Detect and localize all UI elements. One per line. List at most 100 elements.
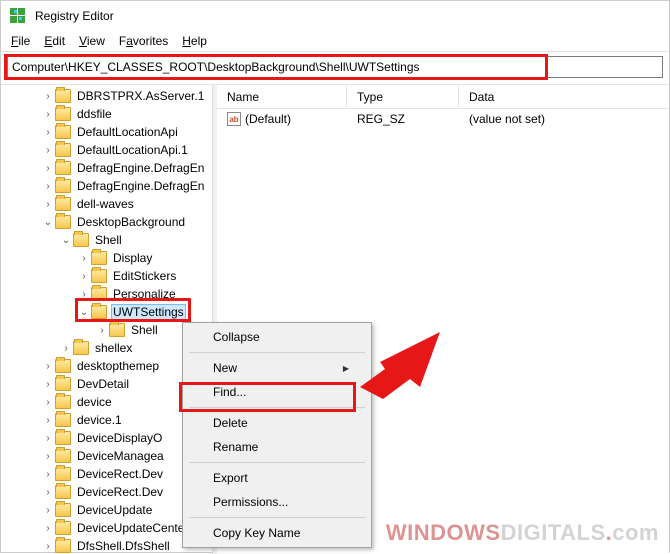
tree-node-label: shellex — [93, 340, 134, 356]
folder-icon — [55, 179, 71, 193]
tree-node[interactable]: ›DevDetail — [1, 375, 212, 393]
ctx-export[interactable]: Export — [185, 466, 369, 490]
tree-node[interactable]: › DeviceRect.Dev — [1, 483, 212, 501]
tree-node[interactable]: ›device.1 — [1, 411, 212, 429]
tree-node[interactable]: ›desktopthemep — [1, 357, 212, 375]
chevron-right-icon[interactable]: › — [41, 181, 55, 192]
chevron-right-icon[interactable]: › — [41, 91, 55, 102]
folder-icon — [55, 539, 71, 553]
tree-node-label: DefaultLocationApi.1 — [75, 142, 190, 158]
tree-node[interactable]: › DefragEngine.DefragEn — [1, 177, 212, 195]
tree-node-label: dell-waves — [75, 196, 136, 212]
chevron-right-icon[interactable]: › — [41, 397, 55, 408]
ctx-copy-key-name[interactable]: Copy Key Name — [185, 521, 369, 545]
chevron-right-icon[interactable]: › — [95, 325, 109, 336]
chevron-down-icon[interactable]: ⌄ — [77, 307, 91, 318]
chevron-right-icon[interactable]: › — [41, 505, 55, 516]
tree-node[interactable]: ›device — [1, 393, 212, 411]
col-type[interactable]: Type — [347, 86, 459, 108]
menu-view[interactable]: View — [73, 32, 111, 50]
menu-edit[interactable]: Edit — [38, 32, 71, 50]
tree-node[interactable]: › shellex — [1, 339, 212, 357]
folder-icon — [55, 89, 71, 103]
tree-node-label: DefragEngine.DefragEn — [75, 178, 206, 194]
chevron-down-icon[interactable]: ⌄ — [59, 235, 73, 246]
ctx-find[interactable]: Find... — [185, 380, 369, 404]
folder-icon — [55, 197, 71, 211]
ctx-delete[interactable]: Delete — [185, 411, 369, 435]
tree-node[interactable]: ›DeviceRect.Dev — [1, 465, 212, 483]
tree-node[interactable]: ⌄UWTSettings — [1, 303, 212, 321]
folder-icon — [55, 485, 71, 499]
ctx-new[interactable]: New — [185, 356, 369, 380]
folder-icon — [55, 413, 71, 427]
chevron-right-icon[interactable]: › — [41, 199, 55, 210]
chevron-right-icon[interactable]: › — [41, 109, 55, 120]
chevron-right-icon[interactable]: › — [41, 361, 55, 372]
tree-node[interactable]: ›ddsfile — [1, 105, 212, 123]
menu-bar: File Edit View Favorites Help — [1, 31, 669, 51]
chevron-right-icon[interactable]: › — [41, 541, 55, 552]
tree-node[interactable]: ›DefragEngine.DefragEn — [1, 159, 212, 177]
tree-node[interactable]: › Shell — [1, 321, 212, 339]
folder-icon — [55, 503, 71, 517]
folder-icon — [91, 287, 107, 301]
tree-node[interactable]: › DeviceUpdate — [1, 501, 212, 519]
tree-node-label: Personalize — [111, 286, 178, 302]
tree-node[interactable]: › EditStickers — [1, 267, 212, 285]
tree-node-label: DeviceUpdateCenter — [75, 520, 190, 536]
chevron-right-icon[interactable]: › — [59, 343, 73, 354]
col-data[interactable]: Data — [459, 86, 669, 108]
address-bar[interactable] — [7, 56, 663, 78]
chevron-right-icon[interactable]: › — [41, 451, 55, 462]
chevron-right-icon[interactable]: › — [41, 127, 55, 138]
value-row[interactable]: ab (Default) REG_SZ (value not set) — [217, 109, 669, 129]
chevron-right-icon[interactable]: › — [77, 271, 91, 282]
chevron-right-icon[interactable]: › — [41, 433, 55, 444]
chevron-right-icon[interactable]: › — [41, 379, 55, 390]
tree-node[interactable]: ›DeviceManagea — [1, 447, 212, 465]
menu-file[interactable]: File — [5, 32, 36, 50]
separator — [189, 517, 365, 518]
tree-node[interactable]: › Display — [1, 249, 212, 267]
tree-node[interactable]: › DeviceUpdateCenter — [1, 519, 212, 537]
tree-node[interactable]: ›DBRSTPRX.AsServer.1 — [1, 87, 212, 105]
chevron-right-icon[interactable]: › — [77, 289, 91, 300]
chevron-right-icon[interactable]: › — [41, 487, 55, 498]
tree-node-label: EditStickers — [111, 268, 178, 284]
folder-icon — [55, 521, 71, 535]
tree-node[interactable]: › DefaultLocationApi.1 — [1, 141, 212, 159]
chevron-right-icon[interactable]: › — [41, 163, 55, 174]
tree-node-label: Shell — [129, 322, 160, 338]
tree-node[interactable]: › Personalize — [1, 285, 212, 303]
tree-node-label: Display — [111, 250, 154, 266]
chevron-right-icon[interactable]: › — [41, 415, 55, 426]
folder-icon — [55, 449, 71, 463]
chevron-right-icon[interactable]: › — [41, 145, 55, 156]
ctx-collapse[interactable]: Collapse — [185, 325, 369, 349]
tree-node-label: DeviceUpdate — [75, 502, 154, 518]
ctx-permissions[interactable]: Permissions... — [185, 490, 369, 514]
menu-help[interactable]: Help — [176, 32, 213, 50]
chevron-down-icon[interactable]: ⌄ — [41, 217, 55, 228]
tree-node[interactable]: ›DfsShell.DfsShell — [1, 537, 212, 554]
tree-node-label: DeviceRect.Dev — [75, 484, 165, 500]
folder-icon — [55, 161, 71, 175]
menu-favorites[interactable]: Favorites — [113, 32, 174, 50]
chevron-right-icon[interactable]: › — [77, 253, 91, 264]
watermark: WINDOWSDIGITALS.com — [386, 520, 659, 546]
folder-icon — [55, 377, 71, 391]
tree-node[interactable]: › dell-waves — [1, 195, 212, 213]
tree-node[interactable]: ⌄Shell — [1, 231, 212, 249]
value-type: REG_SZ — [347, 112, 459, 126]
folder-icon — [73, 233, 89, 247]
ctx-rename[interactable]: Rename — [185, 435, 369, 459]
tree-node[interactable]: ⌄DesktopBackground — [1, 213, 212, 231]
tree-node[interactable]: ›DeviceDisplayO — [1, 429, 212, 447]
col-name[interactable]: Name — [217, 86, 347, 108]
value-data: (value not set) — [459, 112, 669, 126]
separator — [189, 462, 365, 463]
chevron-right-icon[interactable]: › — [41, 469, 55, 480]
tree-node[interactable]: ›DefaultLocationApi — [1, 123, 212, 141]
chevron-right-icon[interactable]: › — [41, 523, 55, 534]
